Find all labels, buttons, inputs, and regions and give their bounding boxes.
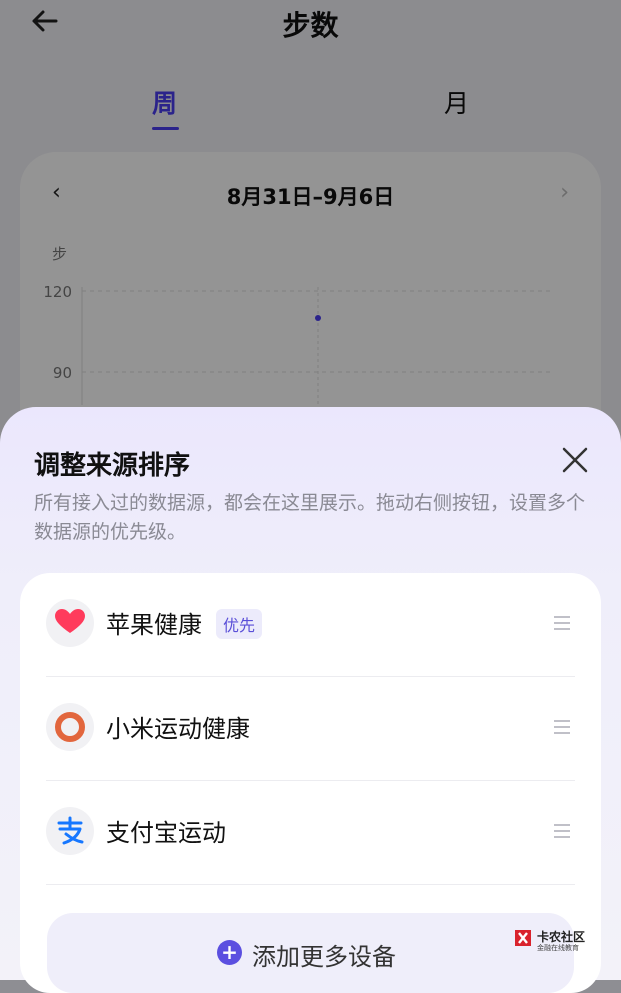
priority-badge: 优先 [216,609,263,639]
list-item[interactable]: 苹果健康 优先 [20,573,601,677]
watermark-sub: 金融在线教育 [537,944,579,952]
source-name: 小米运动健康 [106,715,250,743]
drag-handle-icon[interactable] [553,615,571,631]
source-order-sheet: 调整来源排序 所有接入过的数据源，都会在这里展示。拖动右侧按钮，设置多个数据源的… [0,407,621,993]
plus-icon: + [217,940,242,965]
drag-handle-icon[interactable] [553,823,571,839]
drag-handle-icon[interactable] [553,719,571,735]
ring-icon [46,703,94,751]
add-device-button[interactable]: + 添加更多设备 [47,913,574,993]
source-name: 苹果健康 [106,611,202,639]
list-item[interactable]: 支付宝运动 [20,781,601,885]
heart-icon [46,599,94,647]
list-item[interactable]: 小米运动健康 [20,677,601,781]
source-name: 支付宝运动 [106,819,226,847]
divider [46,884,575,885]
sheet-description: 所有接入过的数据源，都会在这里展示。拖动右侧按钮，设置多个数据源的优先级。 [34,492,586,543]
alipay-icon [46,807,94,855]
add-device-label: 添加更多设备 [252,943,396,971]
watermark-logo-icon [515,930,531,946]
watermark: 卡农社区 金融在线教育 [513,928,593,954]
close-icon[interactable] [560,445,590,475]
sheet-title: 调整来源排序 [34,451,191,481]
